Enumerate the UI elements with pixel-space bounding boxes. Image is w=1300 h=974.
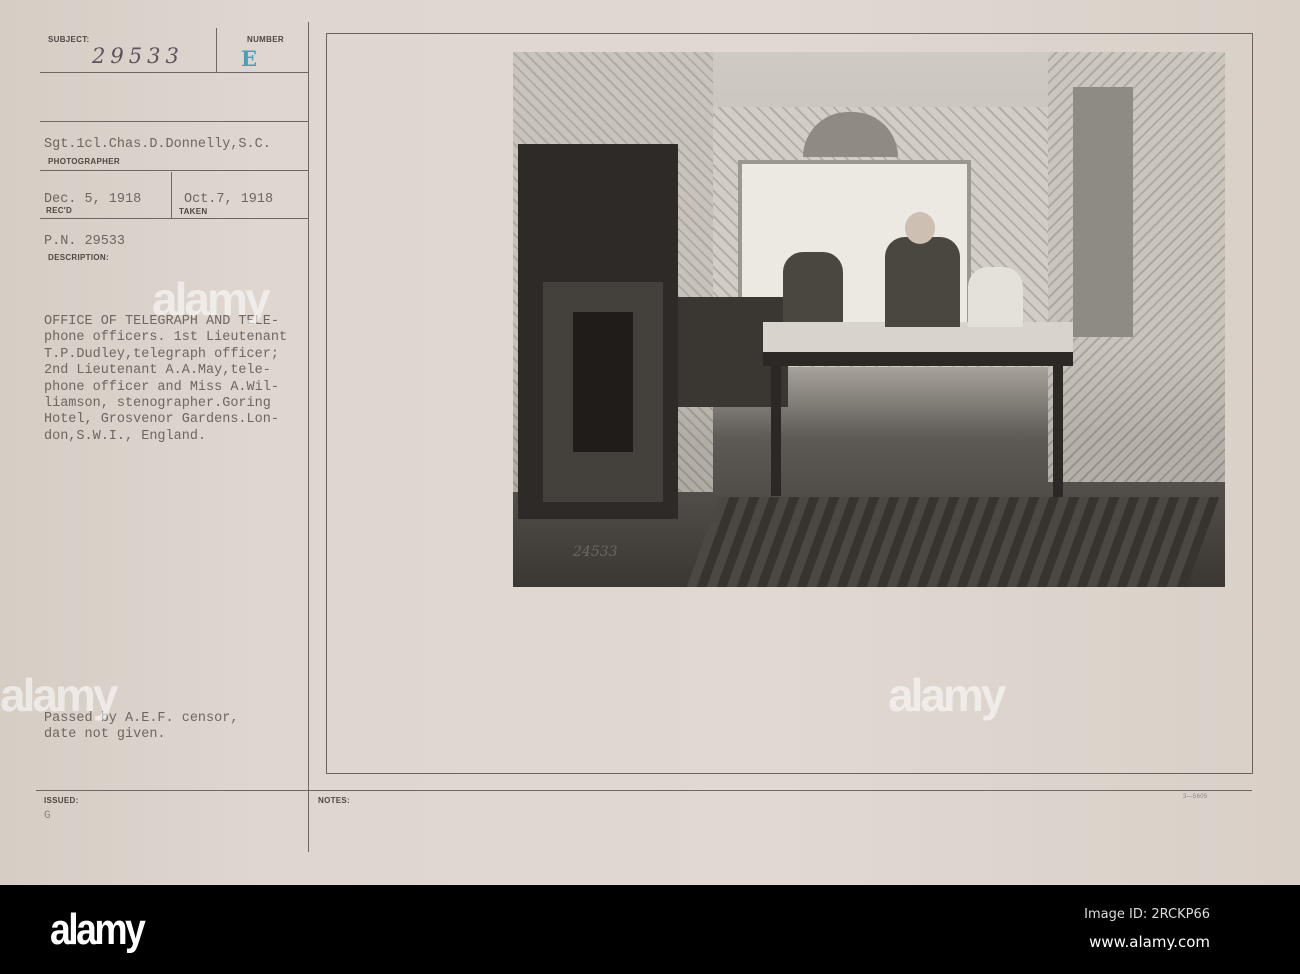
photographer-name: Sgt.1cl.Chas.D.Donnelly,S.C.	[44, 137, 271, 152]
description-label: DESCRIPTION:	[48, 253, 109, 262]
watermark-logo: alamy	[0, 669, 118, 721]
date-divider	[171, 172, 172, 218]
image-id: Image ID: 2RCKP66	[1084, 907, 1210, 922]
subject-number-divider	[216, 28, 217, 72]
alamy-logo: alamy	[50, 905, 146, 954]
issued-label: ISSUED:	[44, 796, 79, 805]
subject-label: SUBJECT:	[48, 35, 90, 44]
stock-watermark-banner: alamy Image ID: 2RCKP66 www.alamy.com	[0, 885, 1300, 974]
archive-record-card: SUBJECT: 29533 NUMBER E Sgt.1cl.Chas.D.D…	[0, 0, 1300, 885]
pn-number: P.N. 29533	[44, 234, 126, 249]
footer-divider	[36, 790, 1252, 791]
received-label: REC'D	[46, 206, 73, 215]
taken-date: Oct.7, 1918	[184, 192, 274, 207]
form-number: 3—5605	[1183, 794, 1208, 800]
row-divider	[40, 121, 308, 122]
photo-number-inscription: 24533	[573, 544, 618, 560]
row-divider	[40, 72, 308, 73]
number-label: NUMBER	[247, 35, 284, 44]
taken-label: TAKEN	[179, 207, 208, 216]
notes-label: NOTES:	[318, 796, 351, 805]
row-divider	[40, 218, 308, 219]
number-stamp: E	[241, 46, 258, 71]
watermark-logo: alamy	[888, 669, 1006, 721]
subject-value: 29533	[92, 44, 184, 68]
watermark-logo: alamy	[152, 273, 270, 325]
row-divider	[40, 170, 308, 171]
description-text: OFFICE OF TELEGRAPH AND TELE- phone offi…	[44, 314, 288, 444]
column-divider	[308, 22, 309, 852]
photographer-label: PHOTOGRAPHER	[48, 157, 120, 166]
issued-value: G	[44, 810, 51, 822]
site-url: www.alamy.com	[1089, 933, 1210, 951]
office-photograph: 24533	[513, 52, 1225, 587]
received-date: Dec. 5, 1918	[44, 192, 142, 207]
